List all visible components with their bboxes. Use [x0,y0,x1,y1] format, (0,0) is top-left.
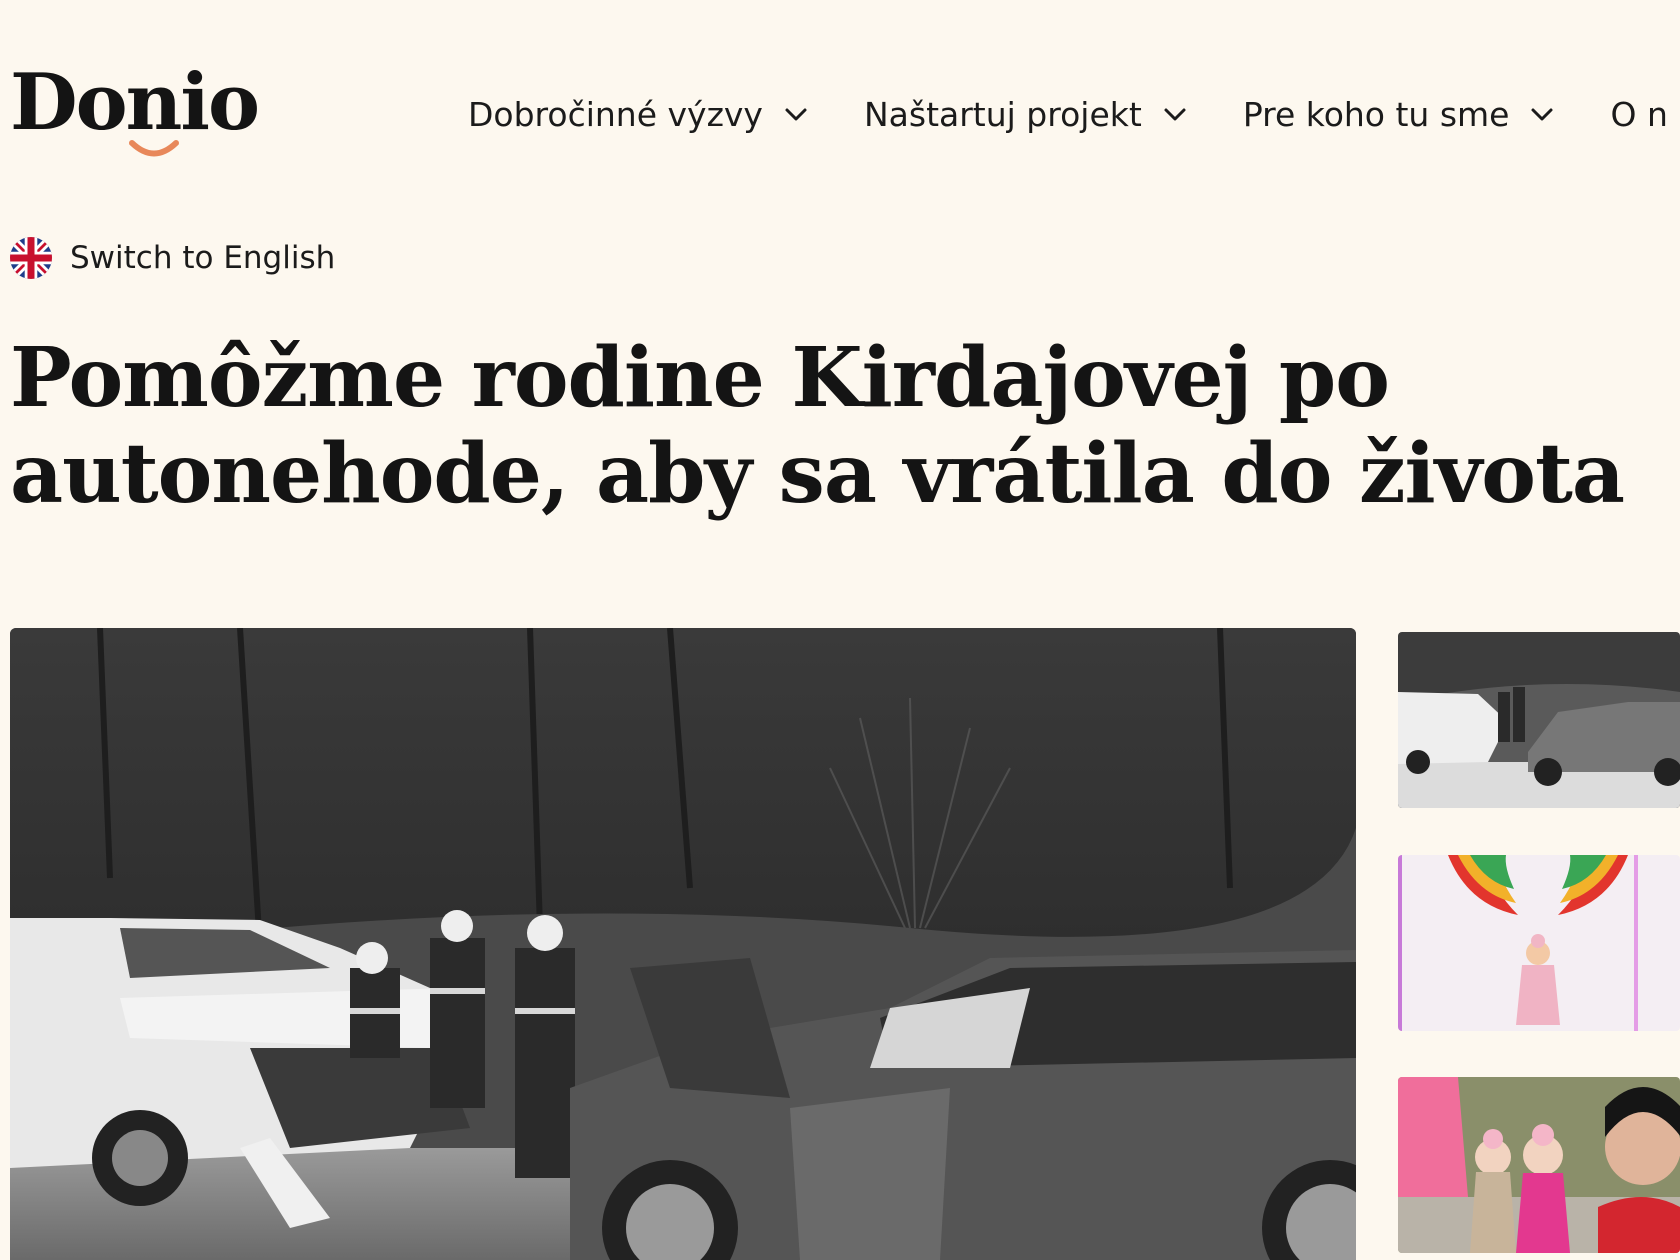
chevron-down-icon [785,108,807,121]
language-switch[interactable]: Switch to English [10,236,335,280]
nav-start-project[interactable]: Naštartuj projekt [864,95,1188,134]
main-campaign-photo[interactable] [10,628,1356,1260]
chevron-down-icon [1164,108,1186,121]
campaign-page: Donio Dobročinné výzvy Naštartuj projekt… [0,0,1680,1260]
donio-logo[interactable]: Donio [10,57,260,168]
nav-item-label: Dobročinné výzvy [468,94,763,134]
campaign-title: Pomôžme rodine Kirdajovej po autonehode,… [10,330,1625,522]
nav-item-label: Naštartuj projekt [863,94,1142,134]
chevron-down-icon [1531,108,1553,121]
language-switch-label: Switch to English [70,240,336,276]
logo-smile-icon [129,140,179,157]
crash-scene-thumbnail[interactable] [1398,632,1680,808]
nav-about-us[interactable]: O n [1610,95,1667,134]
uk-flag-icon [10,237,52,279]
nav-item-label: O n [1610,94,1668,134]
logo-wordmark: Donio [10,57,260,148]
site-header: Donio Dobročinné výzvy Naštartuj projekt… [0,0,1680,190]
nav-item-label: Pre koho tu sme [1242,94,1510,134]
nav-charity-challenges[interactable]: Dobročinné výzvy [468,95,809,134]
family-selfie-thumbnail[interactable] [1398,1077,1680,1253]
main-navigation: Dobročinné výzvy Naštartuj projekt Pre k… [468,92,1680,136]
child-wings-wall-thumbnail[interactable] [1398,855,1680,1031]
nav-who-we-are-for[interactable]: Pre koho tu sme [1243,95,1556,134]
